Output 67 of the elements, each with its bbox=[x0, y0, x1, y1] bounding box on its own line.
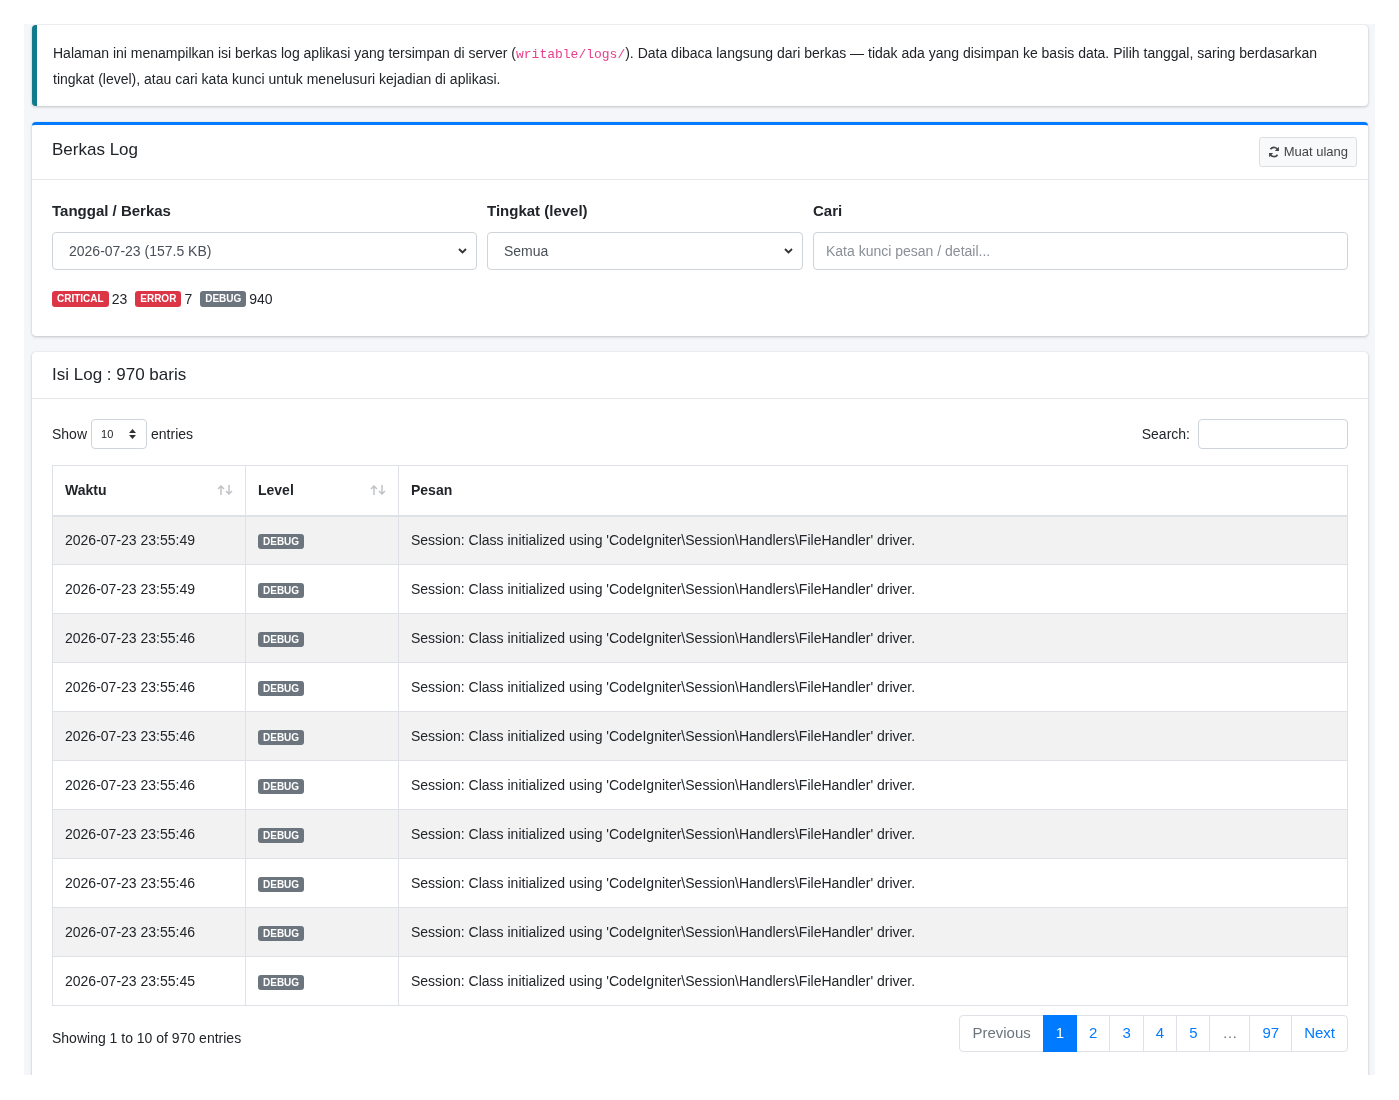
table-cell: 2026-07-23 23:55:46 bbox=[52, 613, 246, 663]
column-header[interactable]: Level bbox=[245, 465, 399, 516]
field-label: Tingkat (level) bbox=[487, 201, 589, 221]
table-cell: 2026-07-23 23:55:46 bbox=[52, 711, 246, 761]
level-badge: DEBUG bbox=[258, 582, 305, 598]
table-cell: 2026-07-23 23:55:46 bbox=[52, 858, 246, 908]
up-down-caret-icon bbox=[129, 429, 137, 439]
column-header[interactable]: Waktu bbox=[52, 465, 246, 516]
dropdown-select[interactable]: Semua bbox=[487, 232, 803, 270]
show-label: Show bbox=[52, 424, 88, 444]
table-cell: Session: Class initialized using 'CodeIgniter\Session\Handlers\FileHandler' driver. bbox=[398, 956, 1348, 1006]
card-title: Isi Log : 970 baris bbox=[52, 364, 188, 386]
level-badge: ERROR bbox=[135, 291, 182, 307]
count-text: 23 bbox=[111, 290, 128, 308]
level-badge: DEBUG bbox=[258, 974, 305, 990]
table-cell: Session: Class initialized using 'CodeIgniter\Session\Handlers\FileHandler' driver. bbox=[398, 564, 1348, 614]
table-cell: Session: Class initialized using 'CodeIgniter\Session\Handlers\FileHandler' driver. bbox=[398, 907, 1348, 957]
chevron-down-icon bbox=[458, 248, 467, 254]
table-cell: Session: Class initialized using 'CodeIgniter\Session\Handlers\FileHandler' driver. bbox=[398, 613, 1348, 663]
table-cell: Session: Class initialized using 'CodeIgniter\Session\Handlers\FileHandler' driver. bbox=[398, 711, 1348, 761]
table-cell: Session: Class initialized using 'CodeIgniter\Session\Handlers\FileHandler' driver. bbox=[398, 662, 1348, 712]
refresh-icon bbox=[1267, 146, 1280, 158]
level-badge: DEBUG bbox=[258, 827, 305, 843]
table-info-text: Showing 1 to 10 of 970 entries bbox=[52, 1029, 242, 1048]
count-text: 7 bbox=[184, 290, 193, 308]
level-badge: DEBUG bbox=[258, 876, 305, 892]
table-cell: 2026-07-23 23:55:46 bbox=[52, 662, 246, 712]
page-link[interactable]: 5 bbox=[1176, 1015, 1211, 1052]
page-link[interactable]: Next bbox=[1291, 1015, 1348, 1052]
table-cell: 2026-07-23 23:55:45 bbox=[52, 956, 246, 1006]
info-text: Halaman ini menampilkan isi berkas log aplikasi yang tersimpan di server (writable/logs/). Data dibaca langsung dari berkas — tidak ada yang disimpan ke basis data. Pilih tanggal, saring berdasarkan tingkat (level), atau cari kata kunci untuk menelusuri kejadian di aplikasi. bbox=[53, 44, 1319, 89]
level-badge: CRITICAL bbox=[52, 291, 109, 307]
table-cell: Session: Class initialized using 'CodeIgniter\Session\Handlers\FileHandler' driver. bbox=[398, 515, 1348, 565]
count-text: 940 bbox=[249, 290, 273, 308]
table-cell: 2026-07-23 23:55:46 bbox=[52, 760, 246, 810]
table-cell: 2026-07-23 23:55:49 bbox=[52, 564, 246, 614]
table-cell: 2026-07-23 23:55:46 bbox=[52, 809, 246, 859]
chevron-down-icon bbox=[784, 248, 793, 254]
field-label: Tanggal / Berkas bbox=[52, 201, 172, 221]
page-link[interactable]: 2 bbox=[1076, 1015, 1111, 1052]
level-badge: DEBUG bbox=[258, 533, 305, 549]
page-link[interactable]: 1 bbox=[1042, 1015, 1078, 1052]
page-link[interactable]: 97 bbox=[1249, 1015, 1293, 1052]
table-cell: Session: Class initialized using 'CodeIgniter\Session\Handlers\FileHandler' driver. bbox=[398, 760, 1348, 810]
field-label: Cari bbox=[813, 201, 844, 221]
column-header: Pesan bbox=[398, 465, 1348, 516]
search-input[interactable]: Kata kunci pesan / detail... bbox=[813, 232, 1348, 270]
level-badge: DEBUG bbox=[258, 729, 305, 745]
level-badge: DEBUG bbox=[258, 631, 305, 647]
table-cell: 2026-07-23 23:55:46 bbox=[52, 907, 246, 957]
level-badge: DEBUG bbox=[258, 680, 305, 696]
level-badge: DEBUG bbox=[258, 925, 305, 941]
card-title: Berkas Log bbox=[52, 139, 138, 161]
page-length-select[interactable]: 10 bbox=[91, 419, 148, 449]
entries-label: entries bbox=[151, 424, 194, 444]
dropdown-select[interactable]: 2026-07-23 (157.5 KB) bbox=[52, 232, 477, 270]
reload-button[interactable]: Muat ulang bbox=[1258, 137, 1357, 167]
search-label: Search: bbox=[1141, 424, 1190, 444]
table-cell: Session: Class initialized using 'CodeIgniter\Session\Handlers\FileHandler' driver. bbox=[398, 809, 1348, 859]
table-cell: 2026-07-23 23:55:49 bbox=[52, 515, 246, 565]
table-cell: Session: Class initialized using 'CodeIgniter\Session\Handlers\FileHandler' driver. bbox=[398, 858, 1348, 908]
search-field[interactable] bbox=[1198, 419, 1348, 449]
sort-arrows-icon bbox=[370, 485, 386, 496]
page-link[interactable]: 3 bbox=[1109, 1015, 1144, 1052]
sort-arrows-icon bbox=[217, 485, 233, 496]
level-badge: DEBUG bbox=[200, 291, 247, 307]
level-badge: DEBUG bbox=[258, 778, 305, 794]
